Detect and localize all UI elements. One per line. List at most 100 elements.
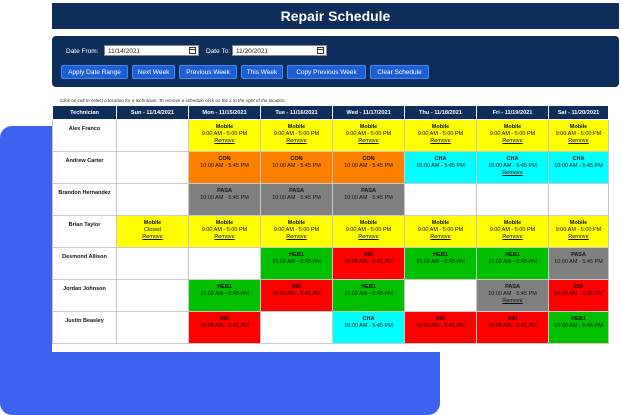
schedule-cell[interactable]: CON 10:00 AM - 5:45 PM bbox=[260, 151, 333, 184]
shift-time: 10:00 AM - 5:45 PM bbox=[488, 323, 537, 329]
schedule-cell[interactable] bbox=[260, 311, 333, 344]
schedule-cell[interactable] bbox=[548, 183, 609, 216]
remove-link[interactable]: Remove bbox=[477, 170, 548, 176]
schedule-cell[interactable]: CHA 10:00 AM - 5:45 PM bbox=[332, 311, 405, 344]
remove-link[interactable]: Remove bbox=[477, 138, 548, 144]
table-row: Desmond Allison HEB1 10:00 AM - 5:45 PM 290… bbox=[52, 247, 609, 280]
schedule-body: Alex Franco Mobile 9:00 AM - 5:00 PM Remove… bbox=[52, 119, 609, 344]
schedule-cell[interactable]: 290 10:00 AM - 5:45 PM bbox=[476, 311, 549, 344]
schedule-cell[interactable]: HEB1 10:00 AM - 5:45 PM bbox=[188, 279, 261, 312]
schedule-cell[interactable]: CON 10:00 AM - 5:45 PM bbox=[332, 151, 405, 184]
location-code: 290 bbox=[363, 252, 374, 258]
schedule-cell[interactable]: CHA 10:00 AM - 5:45 PM bbox=[404, 151, 477, 184]
shift-time: 9:00 AM - 5:00 PM bbox=[273, 131, 320, 137]
schedule-cell[interactable]: 290 10:00 AM - 5:45 PM bbox=[260, 279, 333, 312]
schedule-cell[interactable]: Mobile 9:00 AM - 5:00 PM Remove bbox=[548, 119, 609, 152]
schedule-cell[interactable] bbox=[188, 247, 261, 280]
remove-link[interactable]: Remove bbox=[405, 234, 476, 240]
column-header: Mon - 11/15/2021 bbox=[188, 105, 261, 120]
shift-time: 9:00 AM - 5:00 PM bbox=[555, 227, 602, 233]
copy-previous-week-button[interactable]: Copy Previous Week bbox=[287, 65, 366, 79]
schedule-cell[interactable] bbox=[116, 119, 189, 152]
location-code: HEB1 bbox=[289, 252, 304, 258]
schedule-cell[interactable]: Mobile 9:00 AM - 5:00 PM Remove bbox=[548, 215, 609, 248]
location-code: HEB1 bbox=[505, 252, 520, 258]
schedule-cell[interactable]: Mobile 9:00 AM - 5:00 PM Remove bbox=[476, 119, 549, 152]
schedule-cell[interactable]: CON 10:00 AM - 5:45 PM bbox=[188, 151, 261, 184]
location-code: PASA bbox=[217, 188, 232, 194]
schedule-cell[interactable]: 290 10:00 AM - 5:45 PM bbox=[188, 311, 261, 344]
schedule-cell[interactable]: PASA 10:00 AM - 5:45 PM bbox=[332, 183, 405, 216]
schedule-cell[interactable] bbox=[404, 279, 477, 312]
technician-name: Andrew Carter bbox=[52, 151, 117, 184]
schedule-cell[interactable]: 290 10:00 AM - 5:45 PM bbox=[404, 311, 477, 344]
schedule-cell[interactable]: Mobile 9:00 AM - 5:00 PM Remove bbox=[188, 215, 261, 248]
schedule-cell[interactable]: Mobile 9:00 AM - 5:00 PM Remove bbox=[332, 215, 405, 248]
remove-link[interactable]: Remove bbox=[333, 138, 404, 144]
schedule-cell[interactable]: HEB1 10:00 AM - 5:45 PM bbox=[404, 247, 477, 280]
schedule-cell[interactable] bbox=[476, 183, 549, 216]
clear-schedule-button[interactable]: Clear Schedule bbox=[370, 65, 429, 79]
remove-link[interactable]: Remove bbox=[477, 298, 548, 304]
location-code: HEB1 bbox=[361, 284, 376, 290]
table-row: Brian Taylor Mobile Closed Remove Mobile 9:00… bbox=[52, 215, 609, 248]
apply-date-range-button[interactable]: Apply Date Range bbox=[61, 65, 128, 79]
schedule-cell[interactable]: 290 10:00 AM - 5:45 PM bbox=[332, 247, 405, 280]
schedule-cell[interactable] bbox=[116, 183, 189, 216]
calendar-icon[interactable] bbox=[189, 47, 196, 54]
schedule-cell[interactable] bbox=[116, 311, 189, 344]
shift-time: 10:00 AM - 5:45 PM bbox=[344, 323, 393, 329]
schedule-cell[interactable]: Mobile 9:00 AM - 5:00 PM Remove bbox=[188, 119, 261, 152]
next-week-button[interactable]: Next Week bbox=[132, 65, 175, 79]
remove-link[interactable]: Remove bbox=[261, 138, 332, 144]
remove-link[interactable]: Remove bbox=[549, 138, 608, 144]
schedule-cell[interactable]: Mobile 9:00 AM - 5:00 PM Remove bbox=[404, 215, 477, 248]
schedule-cell[interactable]: PASA 10:00 AM - 5:45 PM bbox=[260, 183, 333, 216]
schedule-cell[interactable]: CHA 10:00 AM - 5:45 PM bbox=[548, 151, 609, 184]
schedule-cell[interactable]: HEB1 10:00 AM - 5:45 PM bbox=[332, 279, 405, 312]
schedule-table: Technician Sun - 11/14/2021 Mon - 11/15/… bbox=[52, 105, 609, 344]
location-code: Mobile bbox=[503, 124, 522, 130]
remove-link[interactable]: Remove bbox=[549, 234, 608, 240]
schedule-cell[interactable] bbox=[404, 183, 477, 216]
schedule-cell[interactable]: CHA 10:00 AM - 5:45 PM Remove bbox=[476, 151, 549, 184]
schedule-cell[interactable]: HEB1 10:00 AM - 5:45 PM bbox=[476, 247, 549, 280]
remove-link[interactable]: Remove bbox=[189, 138, 260, 144]
schedule-cell[interactable]: Mobile 9:00 AM - 5:00 PM Remove bbox=[332, 119, 405, 152]
schedule-cell[interactable]: PASA 10:00 AM - 5:45 PM bbox=[188, 183, 261, 216]
schedule-cell[interactable]: Mobile 9:00 AM - 5:00 PM Remove bbox=[260, 119, 333, 152]
remove-link[interactable]: Remove bbox=[117, 234, 188, 240]
schedule-cell[interactable]: 290 10:00 AM - 5:45 PM bbox=[548, 279, 609, 312]
shift-time: Closed bbox=[143, 227, 162, 233]
remove-link[interactable]: Remove bbox=[333, 234, 404, 240]
location-code: Mobile bbox=[215, 124, 234, 130]
table-row: Jordan Johnson HEB1 10:00 AM - 5:45 PM 290 1… bbox=[52, 279, 609, 312]
schedule-cell[interactable] bbox=[116, 247, 189, 280]
remove-link[interactable]: Remove bbox=[477, 234, 548, 240]
previous-week-button[interactable]: Previous Week bbox=[179, 65, 237, 79]
schedule-cell[interactable]: HEB1 10:00 AM - 5:45 PM bbox=[548, 311, 609, 344]
location-code: Mobile bbox=[143, 220, 162, 226]
schedule-cell[interactable]: HEB1 10:00 AM - 5:45 PM bbox=[260, 247, 333, 280]
remove-link[interactable]: Remove bbox=[405, 138, 476, 144]
shift-time: 10:00 AM - 5:45 PM bbox=[344, 163, 393, 169]
schedule-cell[interactable] bbox=[116, 279, 189, 312]
schedule-cell[interactable] bbox=[116, 151, 189, 184]
date-from-input[interactable]: 11/14/2021 bbox=[104, 45, 199, 56]
schedule-cell[interactable]: Mobile 9:00 AM - 5:00 PM Remove bbox=[404, 119, 477, 152]
schedule-cell[interactable]: Mobile 9:00 AM - 5:00 PM Remove bbox=[260, 215, 333, 248]
remove-link[interactable]: Remove bbox=[189, 234, 260, 240]
calendar-icon[interactable] bbox=[317, 47, 324, 54]
schedule-cell[interactable]: PASA 10:00 AM - 5:45 PM Remove bbox=[476, 279, 549, 312]
column-header: Sat - 11/20/2021 bbox=[548, 105, 609, 120]
this-week-button[interactable]: This Week bbox=[241, 65, 283, 79]
remove-link[interactable]: Remove bbox=[261, 234, 332, 240]
location-code: PASA bbox=[505, 284, 520, 290]
shift-time: 9:00 AM - 5:00 PM bbox=[273, 227, 320, 233]
schedule-cell[interactable]: Mobile 9:00 AM - 5:00 PM Remove bbox=[476, 215, 549, 248]
location-code: HEB1 bbox=[217, 284, 232, 290]
date-to-input[interactable]: 11/20/2021 bbox=[232, 45, 327, 56]
schedule-cell[interactable]: Mobile Closed Remove bbox=[116, 215, 189, 248]
schedule-cell[interactable]: PASA 10:00 AM - 5:45 PM bbox=[548, 247, 609, 280]
table-row: Andrew Carter CON 10:00 AM - 5:45 PM CON 10:… bbox=[52, 151, 609, 184]
